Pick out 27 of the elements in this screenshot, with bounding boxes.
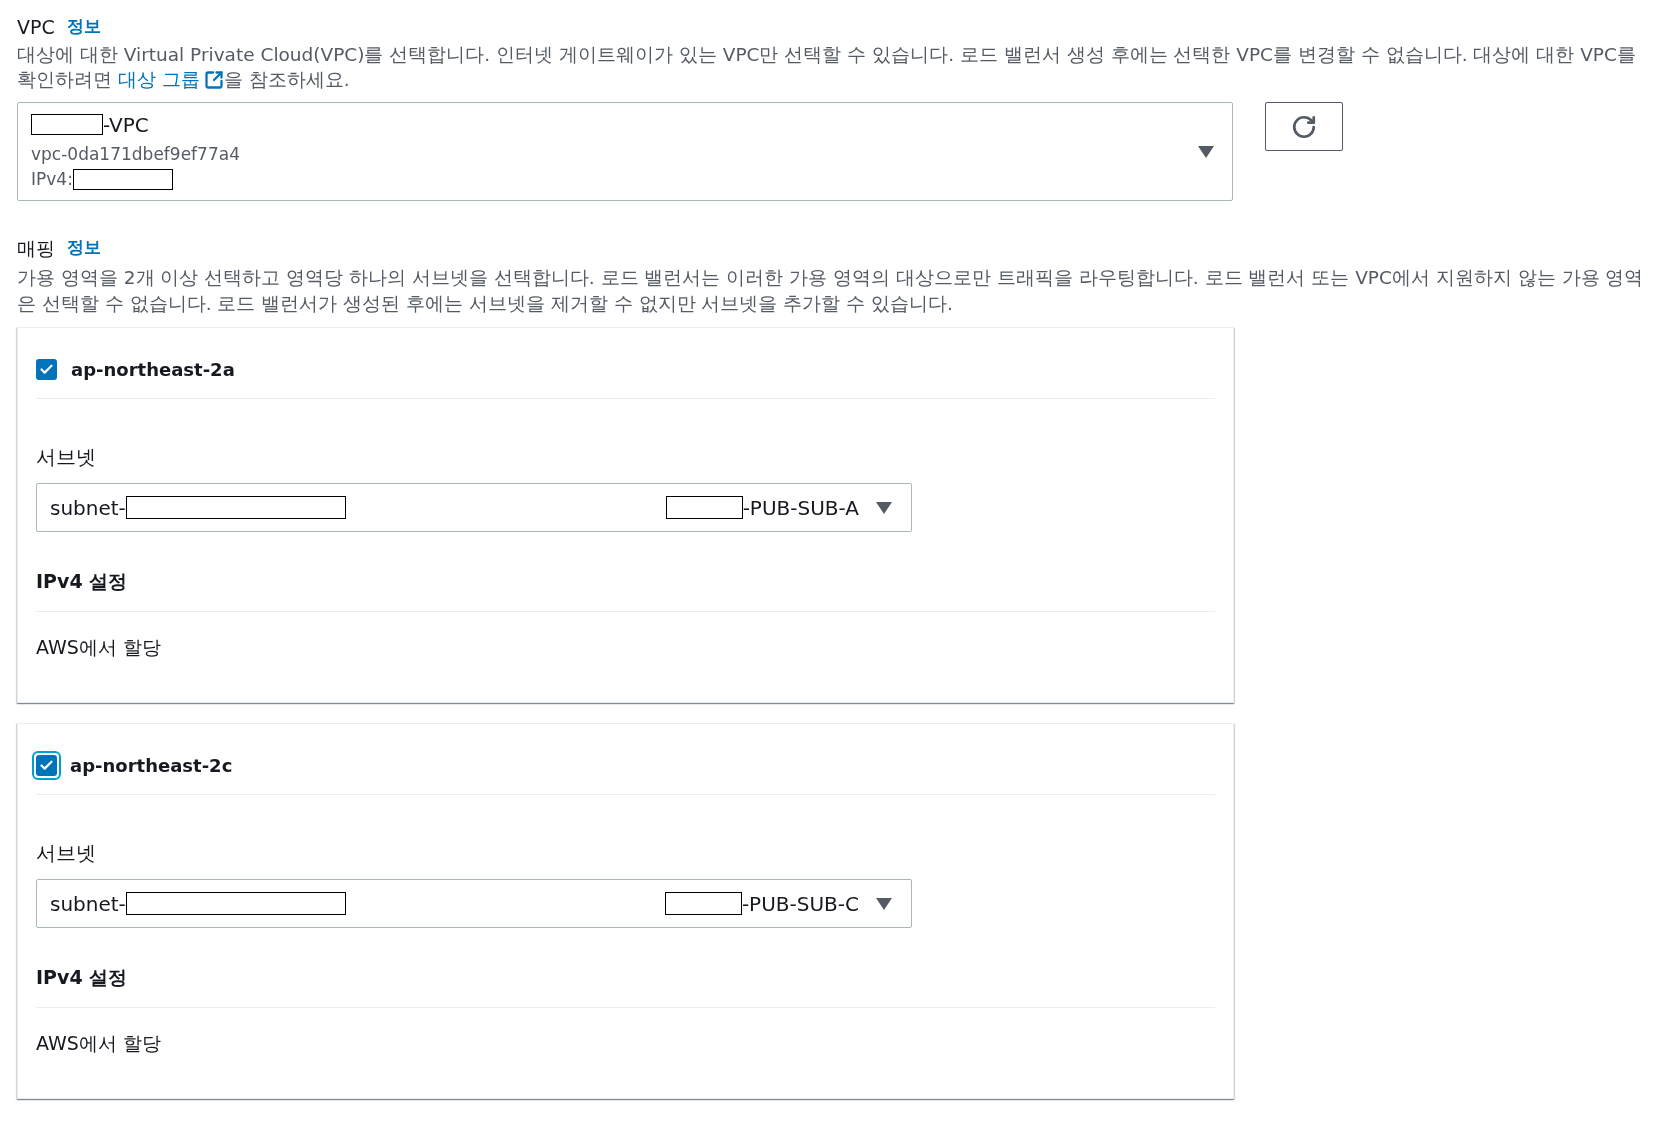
ipv4-heading: IPv4 설정 [36, 568, 128, 594]
info-link[interactable]: 정보 [67, 235, 101, 261]
zone-name: ap-northeast-2a [71, 357, 235, 382]
checkbox[interactable] [31, 750, 61, 780]
caret-icon [1198, 145, 1214, 158]
ipv4-value: AWS에서 할당 [36, 634, 161, 660]
caret-icon [876, 501, 892, 514]
zone-name: ap-northeast-2c [70, 753, 233, 778]
subnet-label: 서브넷 [36, 444, 96, 471]
refresh-button[interactable] [1265, 102, 1343, 151]
checkbox[interactable] [36, 358, 57, 380]
ipv4-heading: IPv4 설정 [36, 964, 128, 990]
refresh-icon [1291, 113, 1317, 140]
ipv4-value: AWS에서 할당 [36, 1030, 161, 1056]
subnet-select[interactable]: subnet- -PUB-SUB-C [36, 879, 912, 928]
external-link-icon [203, 69, 224, 90]
caret-icon [876, 897, 892, 910]
mapping-description: 가용 영역을 2개 이상 선택하고 영역당 하나의 서브넷을 선택합니다. 로드 밸런서는 이러한 가용 영역의 대상으로만 트래픽을 라우팅합니다. 로드 밸런서 또는 VPC에서 지원하지 않는 가용 영역은 선택할 수 없습니다. 로드 밸런서가 생성된 후에는 서브넷을 제거할 수 없지만 서브넷을 추가할 수 있습니다. [17, 266, 1645, 316]
vpc-select[interactable]: -VPC vpc-0da171dbef9ef77a4 IPv4: [17, 102, 1233, 201]
vpc-description: 대상에 대한 Virtual Private Cloud(VPC)를 선택합니다. 인터넷 게이트웨이가 있는 VPC만 선택할 수 있습니다. 로드 밸런서 생성 후에는 선택한 VPC를 변경할 수 없습니다. 대상에 대한 VPC를 확인하려면 대상 그룹 을 참조하세요. [17, 43, 1637, 92]
mapping-label: 매핑 [17, 235, 55, 261]
vpc-label: VPC [17, 14, 55, 40]
redacted-box [31, 114, 103, 135]
info-link[interactable]: 정보 [66, 14, 101, 40]
subnet-label: 서브넷 [36, 840, 96, 867]
subnet-select[interactable]: subnet- -PUB-SUB-A [36, 483, 912, 532]
doc-link[interactable]: 대상 그룹 [117, 67, 224, 92]
